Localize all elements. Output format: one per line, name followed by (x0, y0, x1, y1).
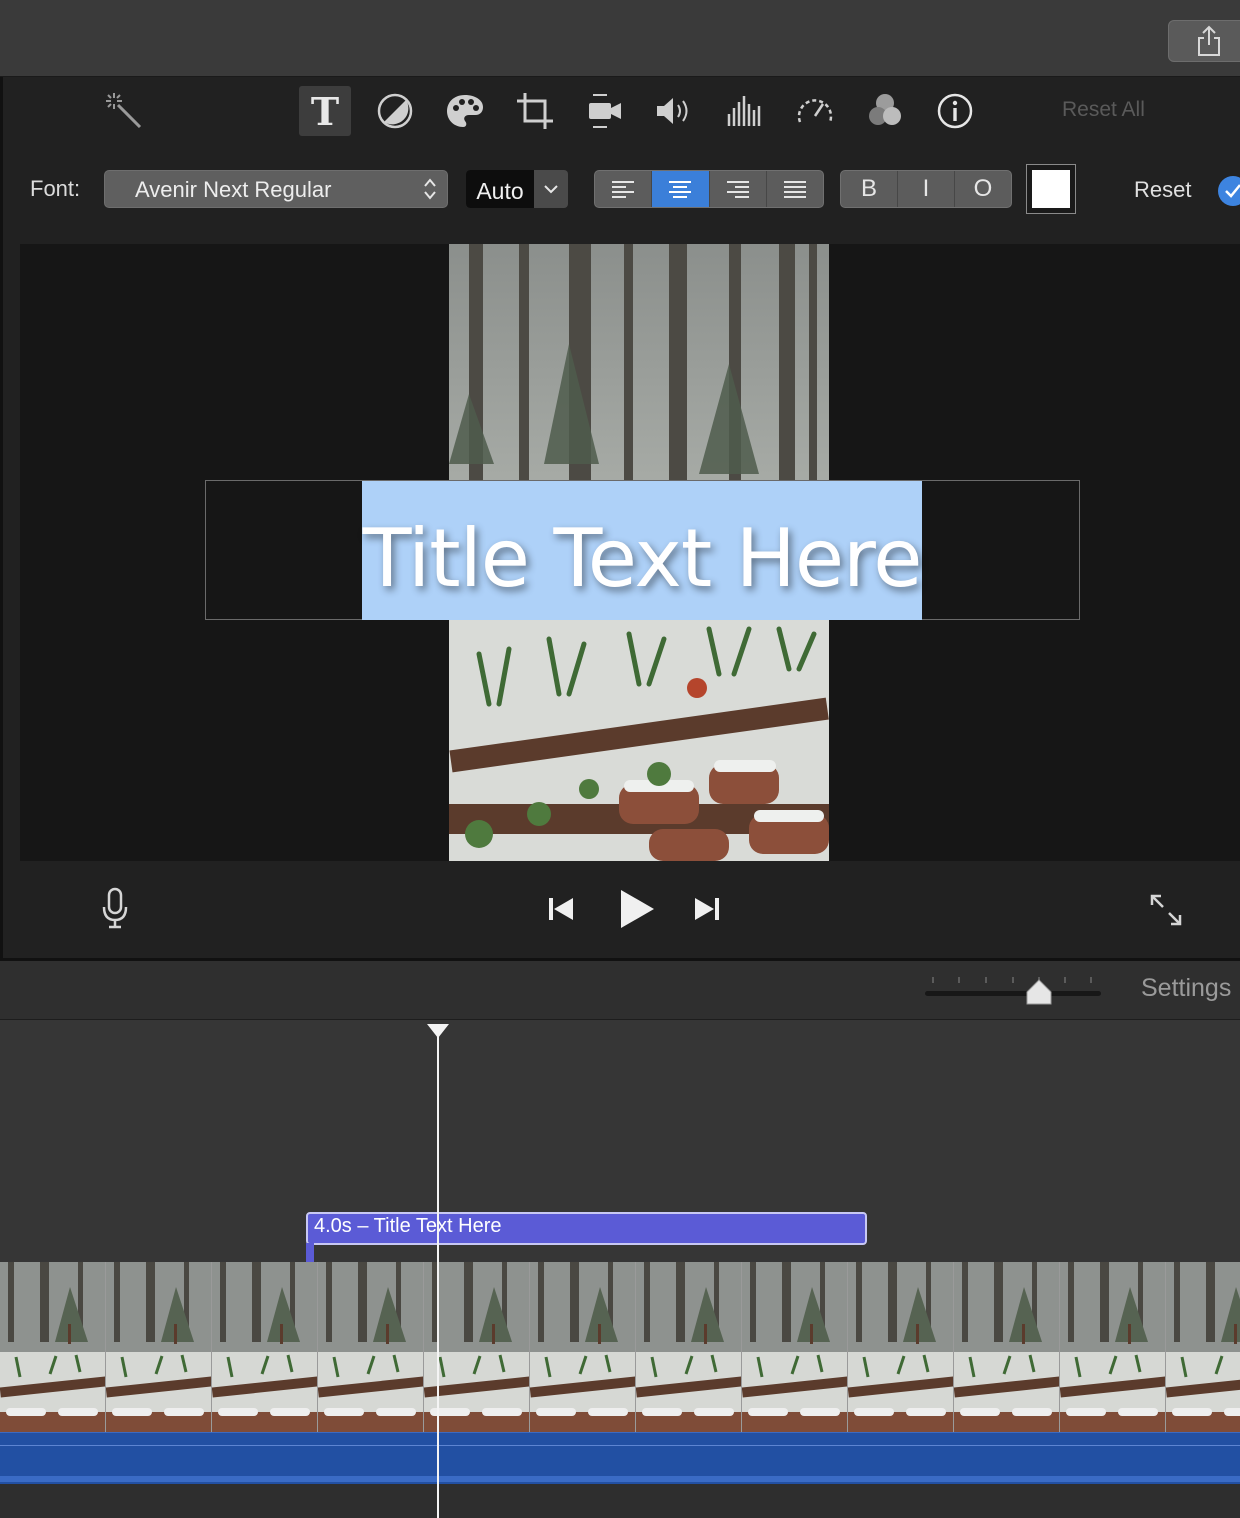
stabilization-camera-icon (589, 94, 621, 128)
reset-button[interactable]: Reset (1134, 177, 1191, 203)
filmstrip-frame (636, 1262, 742, 1432)
filmstrip-frame (530, 1262, 636, 1432)
info-icon (937, 93, 973, 129)
fullscreen-button[interactable] (1146, 890, 1186, 930)
fullscreen-icon (1150, 894, 1182, 926)
timeline-empty-area (0, 1484, 1240, 1518)
font-select-value: Avenir Next Regular (135, 177, 332, 202)
font-select[interactable]: Avenir Next Regular (104, 170, 448, 208)
filmstrip-frame (318, 1262, 424, 1432)
clip-filter-button[interactable] (859, 86, 911, 136)
equalizer-icon (727, 96, 761, 126)
magic-wand-button[interactable] (98, 86, 150, 136)
color-balance-icon (377, 93, 413, 129)
font-size-dropdown[interactable] (534, 170, 568, 208)
filmstrip-frame (0, 1262, 106, 1432)
title-clip[interactable]: 4.0s – Title Text Here (306, 1212, 867, 1245)
reset-all-button[interactable]: Reset All (1062, 98, 1145, 122)
align-justify-icon (783, 181, 806, 198)
play-button[interactable] (614, 886, 658, 932)
title-text[interactable]: Title Text Here (362, 512, 923, 605)
clip-filter-icon (869, 94, 901, 125)
outline-button[interactable]: O (955, 171, 1011, 207)
filmstrip-frame (848, 1262, 954, 1432)
playhead-handle[interactable] (427, 1024, 449, 1038)
playhead[interactable] (437, 1036, 439, 1518)
filmstrip-frame (106, 1262, 212, 1432)
align-center-icon (669, 181, 692, 198)
speed-gauge-icon (797, 99, 833, 123)
skip-forward-icon (695, 898, 719, 920)
crop-icon (517, 93, 553, 129)
top-toolbar (0, 0, 1240, 77)
voiceover-button[interactable] (98, 886, 132, 930)
font-size-combobox[interactable]: Auto (466, 170, 568, 208)
align-center-button[interactable] (652, 171, 710, 207)
filmstrip-frame (742, 1262, 848, 1432)
audio-volume-line[interactable] (0, 1445, 1240, 1446)
volume-button[interactable] (649, 86, 701, 136)
filmstrip-frame (1060, 1262, 1166, 1432)
title-text-icon: T (310, 88, 340, 134)
audio-waveform (0, 1476, 1240, 1482)
play-icon (621, 890, 654, 928)
timeline-settings-button[interactable]: Settings (1141, 974, 1231, 1003)
microphone-icon (102, 887, 128, 929)
color-correction-palette-icon (447, 95, 483, 127)
alignment-control (594, 170, 824, 208)
zoom-ticks (932, 977, 1092, 983)
filmstrip-frame (424, 1262, 530, 1432)
filmstrip-frame (212, 1262, 318, 1432)
zoom-slider-thumb[interactable] (1025, 978, 1053, 1006)
volume-icon (657, 98, 688, 124)
italic-button[interactable]: I (898, 171, 955, 207)
filmstrip-frame (1166, 1262, 1240, 1432)
color-balance-button[interactable] (369, 86, 421, 136)
share-button[interactable] (1168, 20, 1240, 62)
video-clip-filmstrip[interactable] (0, 1262, 1240, 1432)
apply-checkmark-button[interactable] (1218, 176, 1240, 206)
text-color-well[interactable] (1026, 164, 1076, 214)
speed-button[interactable] (789, 86, 841, 136)
align-justify-button[interactable] (767, 171, 823, 207)
crop-button[interactable] (509, 86, 561, 136)
info-button[interactable] (929, 86, 981, 136)
stabilization-button[interactable] (579, 86, 631, 136)
checkmark-icon (1225, 184, 1240, 198)
filmstrip-frame (954, 1262, 1060, 1432)
skip-back-button[interactable] (544, 894, 578, 924)
zoom-slider-track[interactable] (925, 991, 1101, 996)
align-right-button[interactable] (710, 171, 767, 207)
font-label: Font: (30, 176, 81, 201)
align-left-button[interactable] (595, 171, 653, 207)
title-clip-label: 4.0s – Title Text Here (314, 1215, 502, 1237)
color-correction-button[interactable] (439, 86, 491, 136)
up-down-chevron-icon (424, 178, 436, 200)
bold-button[interactable]: B (841, 171, 898, 207)
text-style-control: B I O (840, 170, 1012, 208)
text-color-swatch (1032, 170, 1070, 208)
title-text-button[interactable]: T (299, 86, 351, 136)
magic-wand-icon (106, 93, 142, 129)
equalizer-button[interactable] (719, 86, 771, 136)
share-icon (1198, 25, 1220, 56)
chevron-down-icon (544, 185, 558, 194)
align-left-icon (612, 181, 635, 198)
skip-forward-button[interactable] (690, 894, 724, 924)
align-right-icon (726, 181, 749, 198)
font-size-value[interactable]: Auto (466, 170, 534, 208)
skip-back-icon (549, 898, 573, 920)
